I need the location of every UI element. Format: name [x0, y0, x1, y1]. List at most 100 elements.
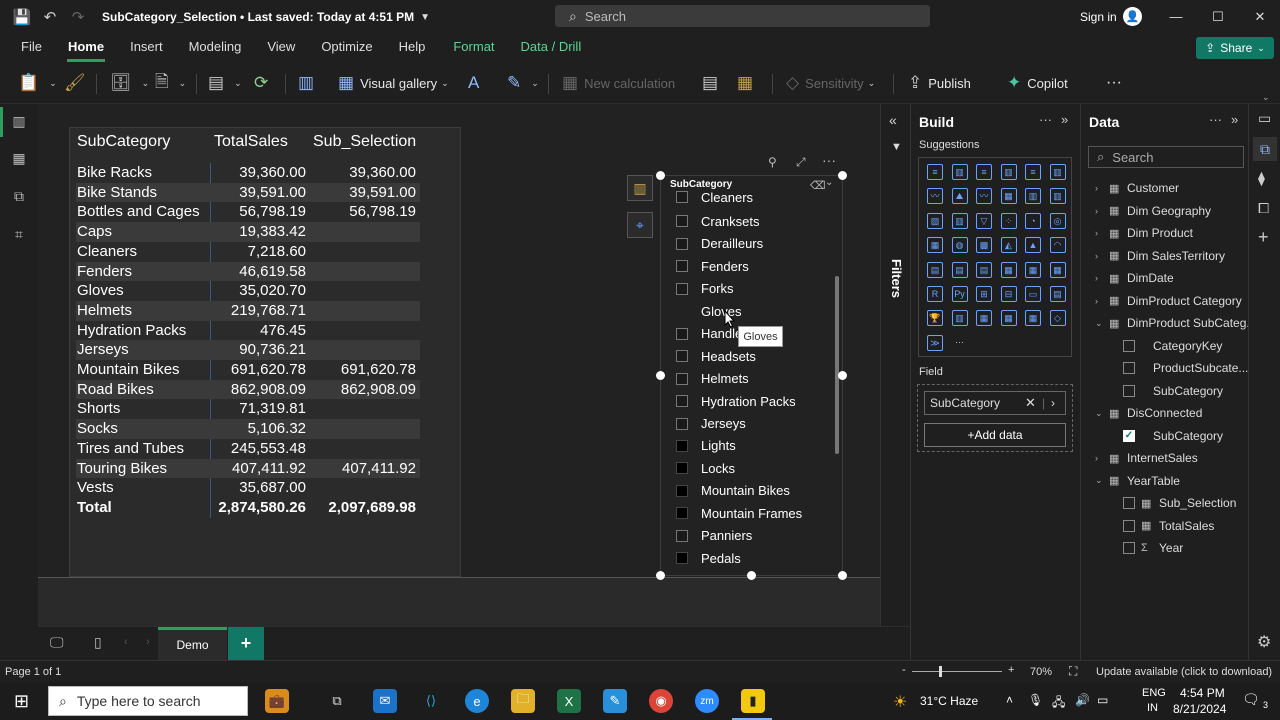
slicer-item[interactable]: Helmets — [676, 369, 749, 389]
slicer-checkbox[interactable] — [676, 529, 688, 542]
visual-type-icon[interactable]: ◠ — [1049, 237, 1066, 254]
visual-type-icon[interactable]: ▤ — [951, 261, 968, 278]
visual-type-icon[interactable]: ▦ — [1000, 310, 1017, 327]
visual-type-icon[interactable]: ⛰ — [951, 188, 968, 205]
windows-start-icon[interactable]: ⊞ — [14, 691, 29, 712]
menu-file[interactable]: File — [0, 34, 55, 62]
subcategory-slicer[interactable]: SubCategory ⌫ ⌄ Cleaners Cranksets Deraill… — [660, 175, 843, 576]
more-visuals-button[interactable]: ✎ ⌄ — [507, 72, 539, 94]
slicer-item[interactable]: Hydration Packs — [676, 391, 796, 411]
field-node[interactable]: ProductSubcate... — [1123, 358, 1248, 378]
format-painter-icon[interactable]: 🖌 — [64, 72, 92, 94]
chevron-right-icon[interactable]: › — [1095, 273, 1109, 283]
bookmarks-icon[interactable]: ⧫ — [1258, 170, 1265, 187]
model-view-icon[interactable]: ⧉ — [10, 188, 28, 206]
table-row[interactable]: Helmets 219,768.71 — [76, 300, 420, 321]
new-measure-icon[interactable]: ▤ — [702, 72, 724, 94]
quick-measure-icon[interactable]: ▦ — [737, 72, 759, 94]
selection-icon[interactable]: ⧠ — [1258, 200, 1269, 217]
field-node[interactable]: Σ Year — [1123, 538, 1183, 558]
update-available-link[interactable]: Update available (click to download) — [1096, 666, 1272, 678]
resize-handle[interactable] — [656, 571, 665, 580]
slicer-scrollbar[interactable] — [835, 276, 839, 454]
table-row[interactable]: Socks 5,106.32 — [76, 419, 420, 439]
visual-type-icon[interactable]: ⁘ — [1000, 212, 1017, 229]
mail-app-icon[interactable]: ✉ — [373, 689, 397, 713]
dax-query-view-icon[interactable]: ⌗ — [10, 226, 28, 244]
visual-type-icon[interactable]: ▽ — [976, 212, 992, 229]
chevron-down-icon[interactable]: ⌄ — [825, 177, 833, 188]
visual-type-icon[interactable]: ◎ — [1049, 212, 1066, 229]
share-button[interactable]: ⇪ Share ⌄ — [1196, 37, 1274, 59]
slicer-checkbox[interactable] — [676, 507, 688, 520]
microphone-icon[interactable]: 🎙 — [1028, 693, 1043, 707]
slicer-item[interactable]: Derailleurs — [676, 234, 763, 254]
slicer-item[interactable]: Forks — [676, 279, 734, 299]
field-checkbox[interactable]: ✓ — [1123, 429, 1135, 442]
menu-format[interactable]: Format — [438, 34, 507, 62]
table-node[interactable]: ⌄ ▦ DisConnected — [1095, 403, 1202, 423]
tab-demo[interactable]: Demo — [158, 627, 227, 660]
desktop-layout-icon[interactable]: 🖵 — [50, 634, 64, 651]
more-visuals-icon[interactable]: ··· — [952, 335, 968, 351]
refresh-icon[interactable]: ⟳ — [254, 72, 274, 94]
previous-page-icon[interactable]: ‹ — [124, 636, 128, 648]
slicer-checkbox[interactable] — [676, 439, 688, 452]
file-explorer-icon[interactable]: 🗀 — [511, 689, 535, 713]
visual-type-icon[interactable]: ≫ — [927, 334, 943, 351]
volume-icon[interactable]: 🔊 — [1075, 693, 1090, 707]
slicer-checkbox[interactable] — [676, 350, 688, 363]
title-dropdown-icon[interactable]: ▼ — [420, 12, 430, 23]
visual-type-icon[interactable]: ▥ — [951, 212, 968, 229]
zoom-slider-thumb[interactable] — [939, 666, 942, 677]
format-visual-icon[interactable]: ▥ — [627, 175, 653, 201]
slicer-checkbox[interactable] — [676, 484, 688, 497]
column-header-subcategory[interactable]: SubCategory — [77, 133, 170, 153]
visual-type-icon[interactable]: ▦ — [1025, 261, 1041, 278]
visual-type-icon[interactable]: 🏆 — [927, 310, 943, 327]
add-pane-icon[interactable]: + — [1258, 227, 1269, 248]
clock-time[interactable]: 4:54 PM — [1180, 686, 1225, 700]
minimize-icon[interactable]: — — [1166, 9, 1186, 24]
field-checkbox[interactable] — [1123, 384, 1135, 397]
save-icon[interactable]: 💾 — [8, 0, 36, 34]
field-node[interactable]: ✓ SubCategory — [1123, 426, 1223, 446]
slicer-checkbox[interactable] — [676, 215, 688, 228]
table-node[interactable]: › ▦ InternetSales — [1095, 448, 1198, 468]
field-node[interactable]: ▦ TotalSales — [1123, 516, 1214, 536]
field-checkbox[interactable] — [1123, 542, 1135, 554]
visual-type-icon[interactable]: ▥ — [1000, 164, 1017, 180]
network-icon[interactable]: 🖧 — [1052, 693, 1065, 714]
table-row[interactable]: Bottles and Cages 56,798.19 56,798.19 — [76, 202, 420, 222]
slicer-checkbox[interactable] — [676, 552, 688, 565]
table-total-row[interactable]: Total 2,874,580.26 2,097,689.98 — [76, 498, 420, 518]
edge-app-icon[interactable]: e — [465, 689, 489, 713]
paste-button[interactable]: 📋 ⌄ — [18, 72, 57, 94]
table-node[interactable]: › ▦ Dim SalesTerritory — [1095, 246, 1225, 266]
close-icon[interactable]: ✕ — [1250, 9, 1270, 25]
paint-app-icon[interactable]: ✎ — [603, 689, 627, 713]
table-row[interactable]: Shorts 71,319.81 — [76, 399, 420, 419]
visual-type-icon[interactable]: ◇ — [1049, 310, 1066, 327]
eraser-icon[interactable]: ⌫ — [810, 179, 826, 192]
visual-type-icon[interactable]: ▥ — [1025, 188, 1041, 205]
tray-chevron-icon[interactable]: ˄ — [1006, 693, 1013, 707]
slicer-checkbox[interactable] — [676, 462, 688, 475]
chevron-right-icon[interactable]: › — [1095, 453, 1109, 463]
more-options-icon[interactable]: ··· — [1039, 112, 1052, 127]
slicer-checkbox[interactable] — [676, 417, 688, 430]
visual-type-icon[interactable]: ≡ — [1025, 164, 1041, 180]
search-input[interactable]: ⌕ Search — [555, 5, 930, 27]
chevron-right-icon[interactable]: › — [1095, 251, 1109, 261]
next-page-icon[interactable]: › — [146, 636, 150, 648]
table-visual[interactable]: SubCategory TotalSales Sub_Selection Bik… — [69, 127, 461, 577]
text-box-icon[interactable]: A — [468, 72, 485, 94]
focus-mode-icon[interactable]: ⤢ — [796, 155, 806, 170]
visual-type-icon[interactable]: ▦ — [1049, 261, 1066, 278]
chevron-right-icon[interactable]: › — [1095, 228, 1109, 238]
vscode-app-icon[interactable]: ⟨⟩ — [419, 689, 443, 713]
visual-type-icon[interactable]: ▨ — [927, 212, 943, 229]
slicer-item[interactable]: Jerseys — [676, 414, 746, 434]
data-search-input[interactable]: ⌕ Search — [1088, 146, 1244, 168]
resize-handle[interactable] — [838, 571, 847, 580]
